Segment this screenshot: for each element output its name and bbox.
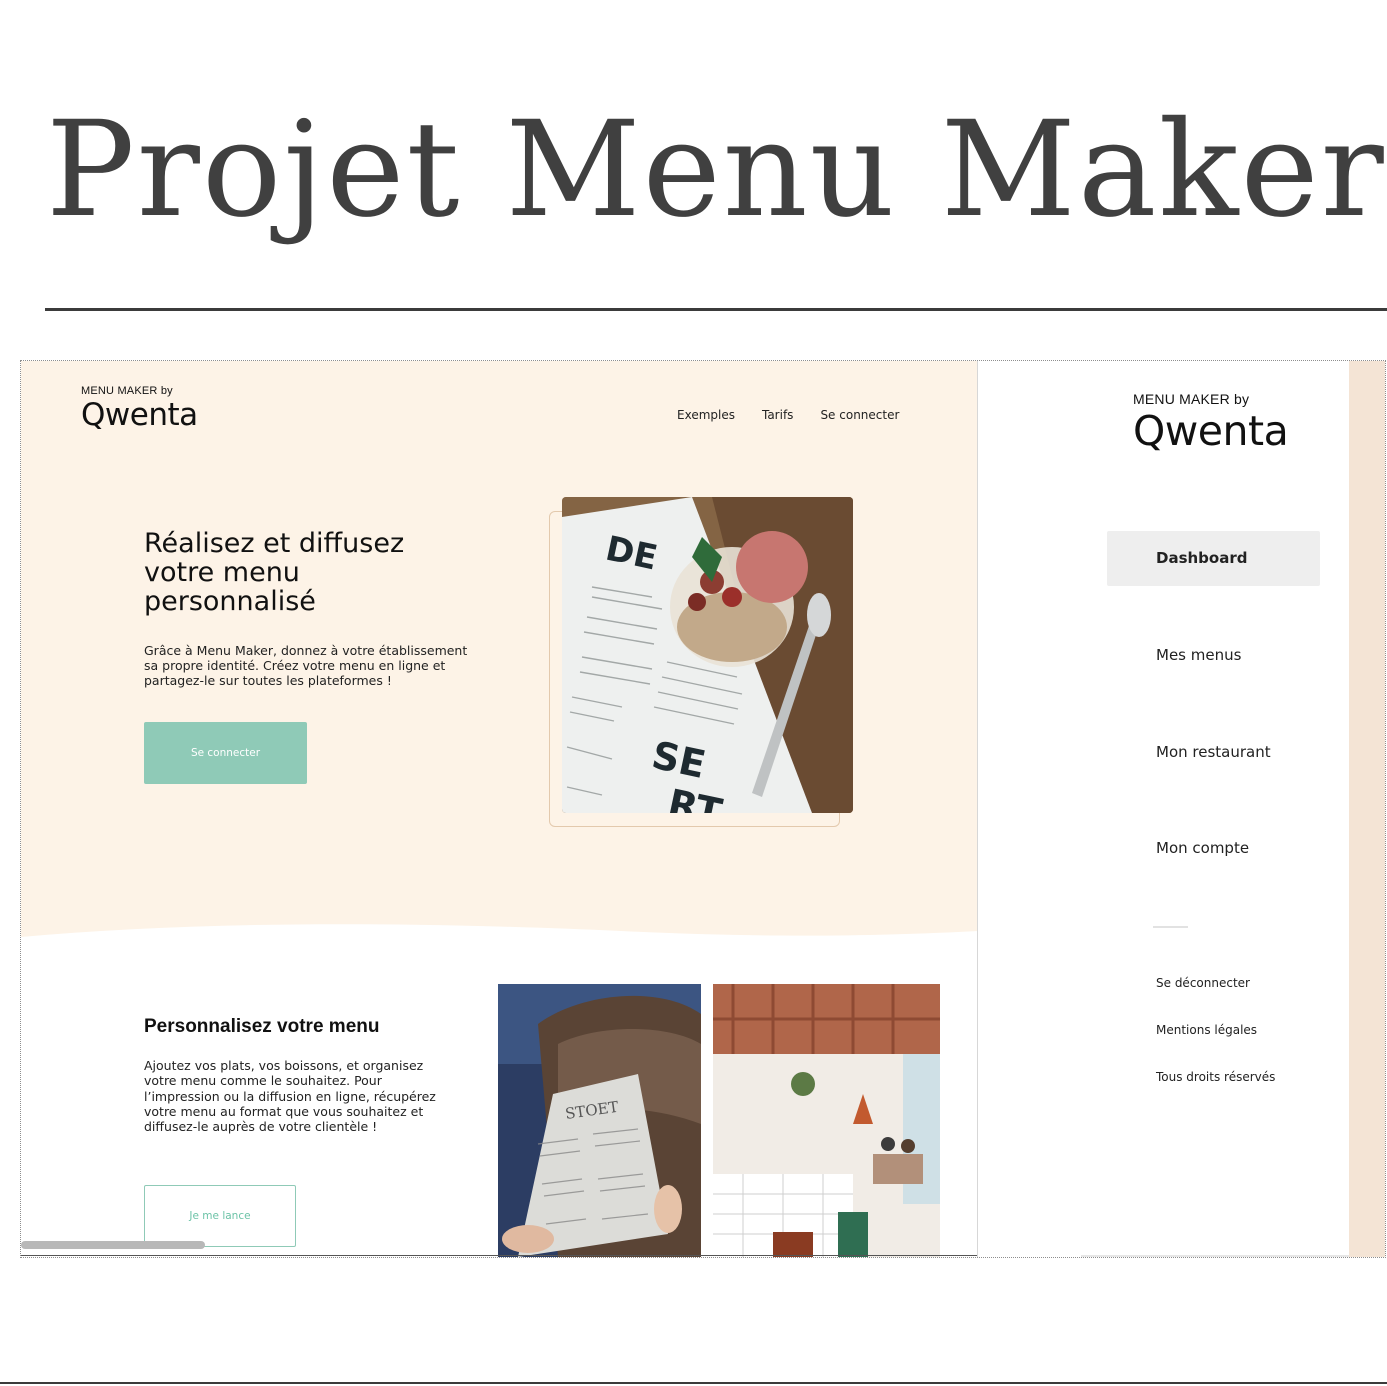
nav-link-tarifs[interactable]: Tarifs	[762, 408, 793, 422]
sidebar-divider	[1153, 926, 1188, 928]
brand-wordmark: Qwenta	[81, 397, 198, 433]
landing-logo[interactable]: MENU MAKER by Qwenta	[81, 385, 198, 431]
nav-link-exemples[interactable]: Exemples	[677, 408, 735, 422]
landing-page: MENU MAKER by Qwenta Exemples Tarifs Se …	[21, 361, 978, 1257]
hero-description: Grâce à Menu Maker, donnez à votre établ…	[144, 643, 468, 688]
logout-link[interactable]: Se déconnecter	[1156, 976, 1250, 990]
hero-wave	[21, 924, 978, 961]
sidebar-edge-strip	[1349, 361, 1385, 1257]
sidebar-logo[interactable]: MENU MAKER by Qwenta	[1133, 391, 1289, 455]
start-button[interactable]: Je me lance	[144, 1185, 296, 1247]
copyright-text: Tous droits réservés	[1156, 1070, 1276, 1084]
sidebar-bottom-border	[1081, 1255, 1349, 1257]
sidebar-item-mes-menus[interactable]: Mes menus	[1107, 628, 1320, 683]
sidebar-item-dashboard[interactable]: Dashboard	[1107, 531, 1320, 586]
sidebar-item-mon-compte[interactable]: Mon compte	[1107, 821, 1320, 876]
restaurant-interior-photo	[713, 984, 940, 1257]
page-title: Projet Menu Maker	[46, 93, 1386, 247]
sidebar-item-mon-restaurant[interactable]: Mon restaurant	[1107, 725, 1320, 780]
nav-link-se-connecter[interactable]: Se connecter	[820, 408, 899, 422]
landing-bottom-border	[21, 1255, 978, 1256]
bottom-divider	[0, 1382, 1387, 1384]
hero-heading: Réalisez et diffusez votre menu personna…	[144, 528, 405, 618]
section-description: Ajoutez vos plats, vos boissons, et orga…	[144, 1058, 436, 1135]
title-divider	[45, 308, 1387, 311]
dashboard-sidebar: MENU MAKER by Qwenta Dashboard Mes menus…	[978, 361, 1349, 1257]
sidebar-brand-tagline: MENU MAKER by	[1133, 391, 1250, 407]
brand-tagline: MENU MAKER by	[81, 385, 173, 397]
section-heading: Personnalisez votre menu	[144, 1016, 380, 1037]
hero-dessert-photo: DE SE RT	[562, 497, 853, 813]
horizontal-scrollbar[interactable]	[21, 1241, 205, 1249]
legal-notice-link[interactable]: Mentions légales	[1156, 1023, 1257, 1037]
screenshot-frame: MENU MAKER by Qwenta Exemples Tarifs Se …	[20, 360, 1386, 1258]
menu-holding-photo: STOET	[498, 984, 701, 1257]
top-nav: Exemples Tarifs Se connecter	[677, 408, 899, 422]
hero-login-button[interactable]: Se connecter	[144, 722, 307, 784]
sidebar-brand-wordmark: Qwenta	[1133, 407, 1289, 455]
